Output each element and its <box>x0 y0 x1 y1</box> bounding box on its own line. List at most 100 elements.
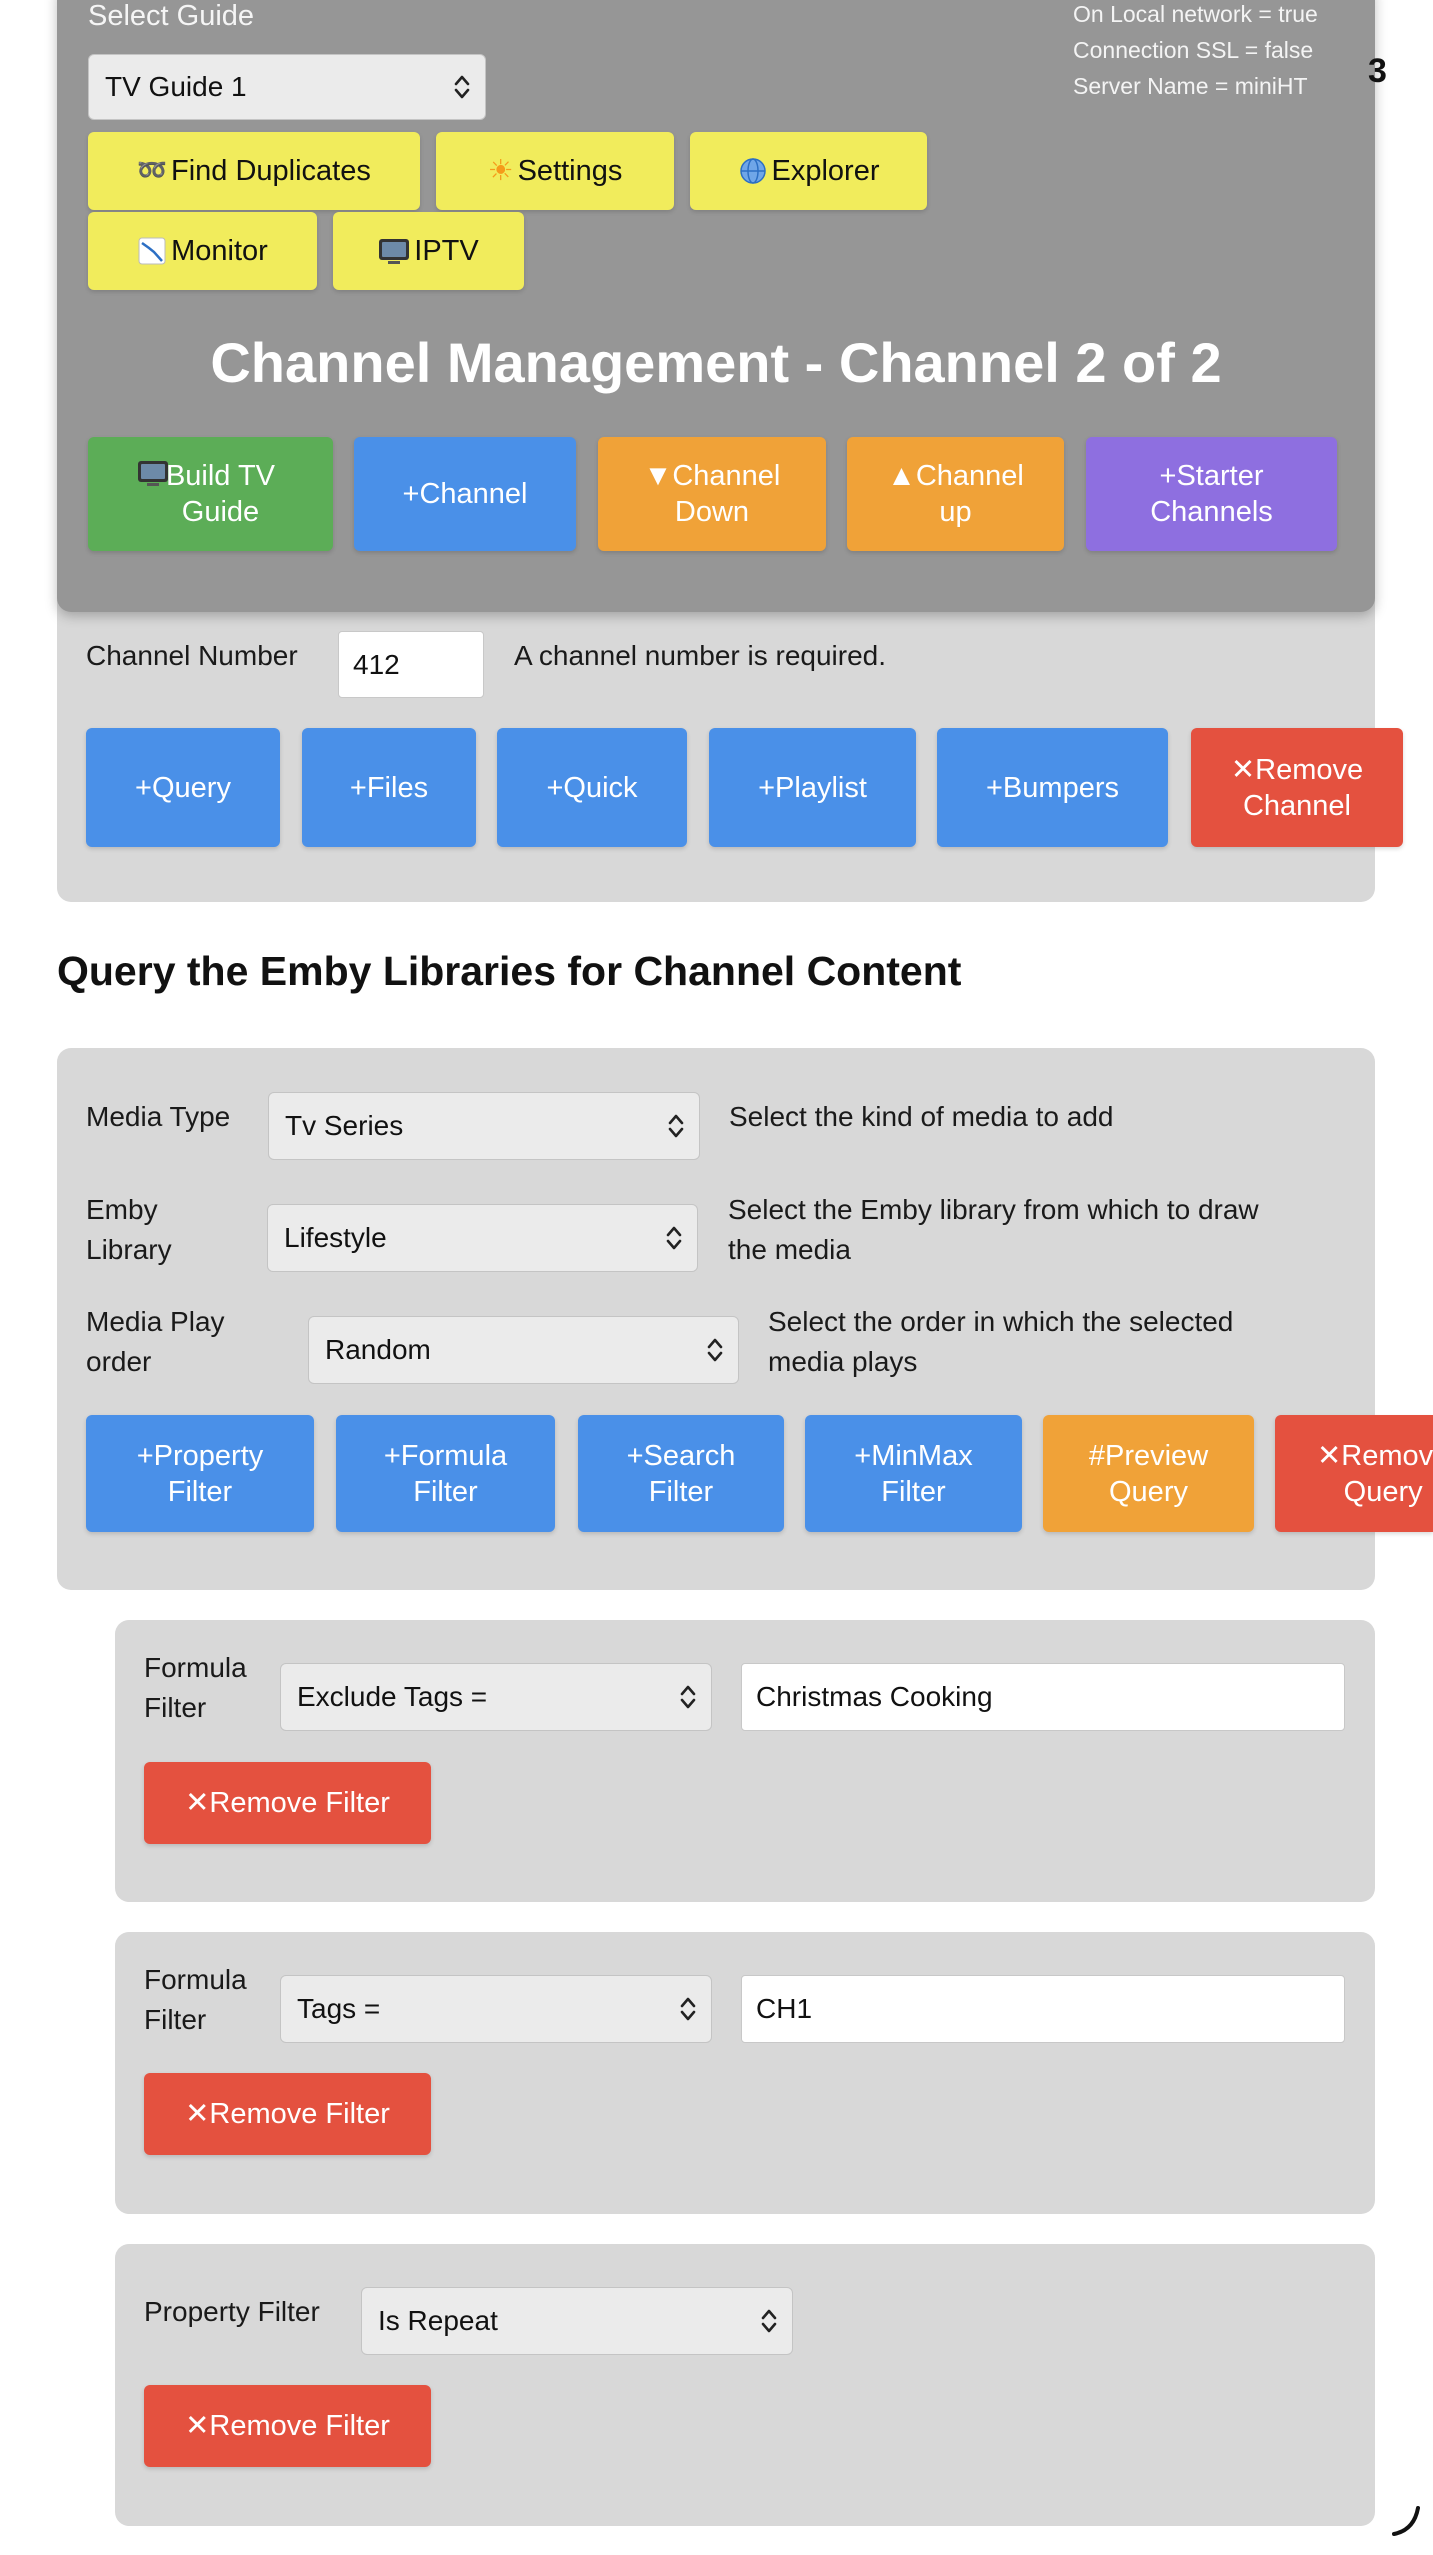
formula-filter-value: Tags = <box>297 1993 381 2024</box>
chevron-updown-icon <box>761 2309 777 2333</box>
chevron-updown-icon <box>680 1685 696 1709</box>
add-query-label: +Query <box>135 771 231 804</box>
starter-channels-button[interactable]: +Starter Channels <box>1086 437 1337 551</box>
formula-filter-input-value: CH1 <box>756 1993 813 2024</box>
remove-filter-label: ✕Remove Filter <box>185 2098 390 2130</box>
filter-type-label: Property Filter <box>144 2296 320 2327</box>
starter-channels-label: +Starter Channels <box>1150 460 1273 528</box>
formula-filter-select[interactable]: Exclude Tags = <box>280 1663 712 1731</box>
find-duplicates-label: Find Duplicates <box>171 155 371 187</box>
media-type-value: Tv Series <box>285 1110 404 1141</box>
channel-down-button[interactable]: ▼Channel Down <box>598 437 826 551</box>
settings-label: Settings <box>517 155 623 187</box>
edge-glyph: 3 <box>1368 52 1387 90</box>
add-channel-button[interactable]: +Channel <box>354 437 576 551</box>
add-formula-filter-button[interactable]: +Formula Filter <box>336 1415 555 1532</box>
add-playlist-label: +Playlist <box>758 771 867 804</box>
channel-up-label: ▲Channel up <box>887 460 1024 528</box>
add-playlist-button[interactable]: +Playlist <box>709 728 916 847</box>
iptv-button[interactable]: IPTV <box>333 212 524 290</box>
settings-button[interactable]: ☀ Settings <box>436 132 674 210</box>
preview-query-label: #Preview Query <box>1088 1439 1209 1508</box>
media-play-order-select[interactable]: Random <box>308 1316 739 1384</box>
channel-number-hint: A channel number is required. <box>514 640 886 671</box>
explorer-label: Explorer <box>771 155 880 187</box>
media-play-order-hint: Select the order in which the selected m… <box>768 1306 1234 1377</box>
remove-channel-button[interactable]: ✕Remove Channel <box>1191 728 1403 847</box>
add-quick-label: +Quick <box>546 771 638 804</box>
resize-handle-icon[interactable] <box>1388 2500 1428 2540</box>
add-channel-label: +Channel <box>402 478 528 510</box>
globe-icon <box>739 158 766 184</box>
channel-down-label: ▼Channel Down <box>643 460 781 528</box>
formula-filter-input[interactable]: Christmas Cooking <box>741 1663 1345 1731</box>
add-search-filter-label: +Search Filter <box>626 1439 736 1508</box>
media-type-select[interactable]: Tv Series <box>268 1092 700 1160</box>
add-query-button[interactable]: +Query <box>86 728 280 847</box>
glasses-icon: ➿ <box>137 157 167 184</box>
remove-query-label: ✕Remove Query <box>1317 1439 1433 1508</box>
formula-filter-select[interactable]: Tags = <box>280 1975 712 2043</box>
chevron-updown-icon <box>680 1997 696 2021</box>
remove-filter-button[interactable]: ✕Remove Filter <box>144 1762 431 1844</box>
chart-down-icon <box>138 237 166 265</box>
chevron-updown-icon <box>707 1338 723 1362</box>
media-type-hint: Select the kind of media to add <box>729 1101 1114 1132</box>
add-bumpers-button[interactable]: +Bumpers <box>937 728 1168 847</box>
page-title: Channel Management - Channel 2 of 2 <box>210 331 1222 394</box>
formula-filter-input[interactable]: CH1 <box>741 1975 1345 2043</box>
emby-library-hint: Select the Emby library from which to dr… <box>728 1194 1259 1265</box>
sun-icon: ☀ <box>487 155 514 187</box>
add-property-filter-label: +Property Filter <box>136 1439 264 1508</box>
property-filter-value: Is Repeat <box>378 2305 498 2336</box>
media-play-order-value: Random <box>325 1334 431 1365</box>
channel-number-value: 412 <box>353 648 400 680</box>
tv-icon <box>379 239 410 264</box>
filter-type-label: Formula Filter <box>144 1964 247 2035</box>
guide-select[interactable]: TV Guide 1 <box>88 54 486 120</box>
preview-query-button[interactable]: #Preview Query <box>1043 1415 1254 1532</box>
chevron-updown-icon <box>668 1114 684 1138</box>
remove-filter-label: ✕Remove Filter <box>185 1787 390 1819</box>
add-files-button[interactable]: +Files <box>302 728 476 847</box>
add-search-filter-button[interactable]: +Search Filter <box>578 1415 784 1532</box>
status-server-name: Server Name = miniHT <box>1073 73 1308 99</box>
status-local-network: On Local network = true <box>1073 1 1318 27</box>
channel-up-button[interactable]: ▲Channel up <box>847 437 1064 551</box>
select-guide-label: Select Guide <box>88 0 255 32</box>
add-formula-filter-label: +Formula Filter <box>383 1439 508 1508</box>
emby-library-label: Emby Library <box>86 1194 172 1265</box>
add-files-label: +Files <box>349 771 429 804</box>
build-tv-guide-button[interactable]: Build TV Guide <box>88 437 333 551</box>
filter-type-label: Formula Filter <box>144 1652 247 1723</box>
status-ssl: Connection SSL = false <box>1073 37 1314 63</box>
channel-number-label: Channel Number <box>86 640 298 671</box>
formula-filter-input-value: Christmas Cooking <box>756 1681 993 1712</box>
property-filter-select[interactable]: Is Repeat <box>361 2287 793 2355</box>
add-minmax-filter-button[interactable]: +MinMax Filter <box>805 1415 1022 1532</box>
chevron-updown-icon <box>454 75 470 99</box>
add-bumpers-label: +Bumpers <box>986 771 1119 804</box>
add-property-filter-button[interactable]: +Property Filter <box>86 1415 314 1532</box>
remove-filter-button[interactable]: ✕Remove Filter <box>144 2385 431 2467</box>
emby-library-value: Lifestyle <box>284 1222 387 1253</box>
guide-select-value: TV Guide 1 <box>105 71 247 102</box>
chevron-updown-icon <box>666 1226 682 1250</box>
explorer-button[interactable]: Explorer <box>690 132 927 210</box>
remove-filter-label: ✕Remove Filter <box>185 2410 390 2442</box>
monitor-label: Monitor <box>171 235 268 267</box>
tv-icon <box>138 461 168 486</box>
emby-library-select[interactable]: Lifestyle <box>267 1204 698 1272</box>
add-quick-button[interactable]: +Quick <box>497 728 687 847</box>
iptv-label: IPTV <box>414 235 479 267</box>
remove-channel-label: ✕Remove Channel <box>1230 753 1364 822</box>
formula-filter-value: Exclude Tags = <box>297 1681 488 1712</box>
remove-query-button[interactable]: ✕Remove Query <box>1275 1415 1433 1532</box>
add-minmax-filter-label: +MinMax Filter <box>854 1439 973 1508</box>
query-heading: Query the Emby Libraries for Channel Con… <box>57 948 962 994</box>
channel-number-input[interactable]: 412 <box>338 631 484 698</box>
media-play-order-label: Media Play order <box>86 1306 225 1377</box>
remove-filter-button[interactable]: ✕Remove Filter <box>144 2073 431 2155</box>
monitor-button[interactable]: Monitor <box>88 212 317 290</box>
find-duplicates-button[interactable]: ➿ Find Duplicates <box>88 132 420 210</box>
